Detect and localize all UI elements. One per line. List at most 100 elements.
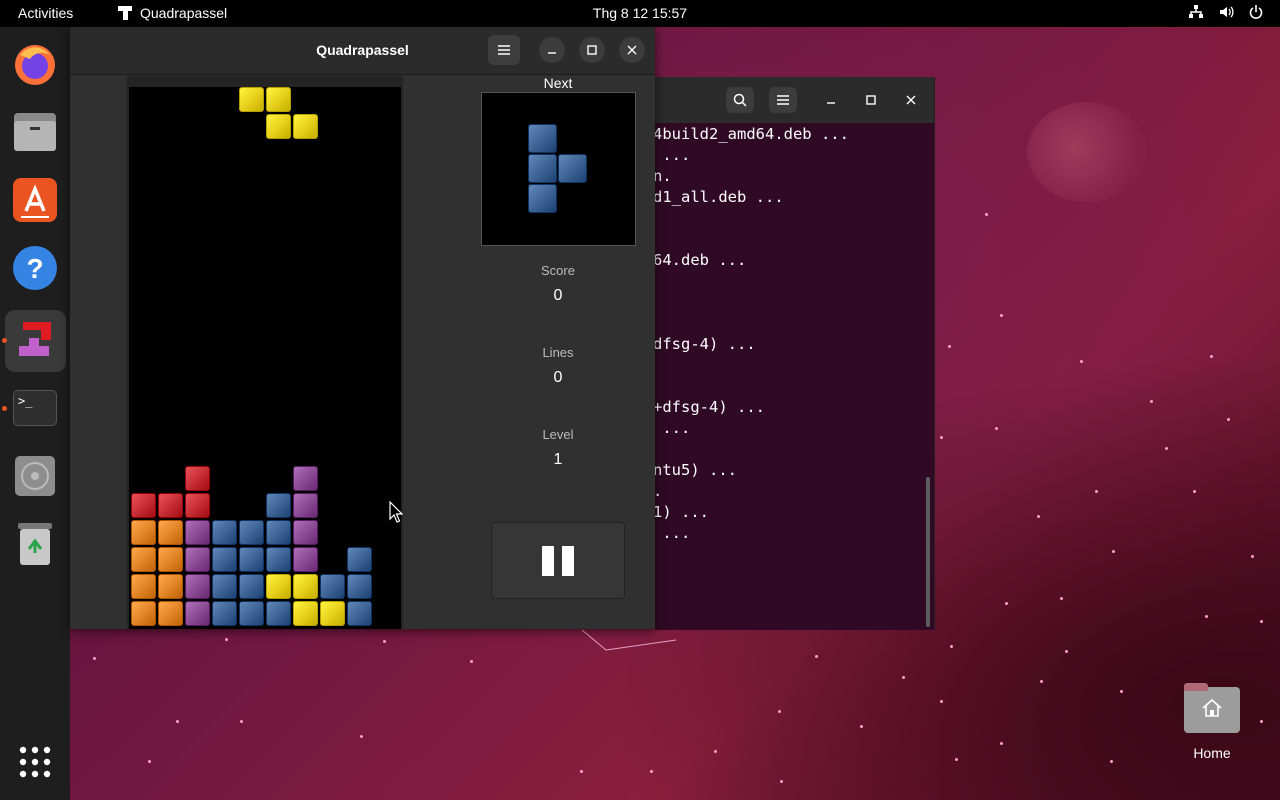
moon-decoration <box>1027 102 1147 202</box>
star <box>225 638 228 641</box>
stack-block <box>293 466 318 491</box>
star <box>1060 597 1063 600</box>
falling-block <box>293 114 318 139</box>
quadrapassel-headerbar: Quadrapassel <box>70 27 655 75</box>
star <box>470 660 473 663</box>
terminal-maximize-button[interactable] <box>857 87 885 113</box>
activities-button[interactable]: Activities <box>18 5 73 21</box>
star <box>1193 490 1196 493</box>
system-tray[interactable] <box>1188 4 1264 20</box>
star <box>1227 418 1230 421</box>
files-icon[interactable] <box>11 108 59 156</box>
trash-icon[interactable] <box>11 520 59 568</box>
stack-block <box>131 601 156 626</box>
pause-icon <box>562 545 574 576</box>
firefox-icon[interactable] <box>11 40 59 88</box>
star <box>1260 720 1263 723</box>
home-label: Home <box>1193 745 1231 761</box>
app-menu-button[interactable]: Quadrapassel <box>118 5 227 21</box>
quadrapassel-icon[interactable] <box>11 316 59 364</box>
terminal-menu-button[interactable] <box>769 87 797 113</box>
stack-block <box>158 493 183 518</box>
terminal-headerbar <box>655 77 934 123</box>
app-center-icon[interactable] <box>11 176 59 224</box>
terminal-icon[interactable]: >_ <box>11 384 59 432</box>
show-apps-icon[interactable] <box>11 738 59 786</box>
minimize-icon <box>827 102 835 104</box>
terminal-line: 64.deb ... <box>655 251 747 269</box>
star <box>1210 355 1213 358</box>
star <box>940 700 943 703</box>
terminal-scrollbar[interactable] <box>926 477 930 627</box>
stack-block <box>158 520 183 545</box>
pause-button[interactable] <box>491 522 625 599</box>
help-icon[interactable]: ? <box>11 244 59 292</box>
terminal-line: ... <box>655 146 691 164</box>
maximize-button[interactable] <box>579 37 605 63</box>
stack-block <box>212 574 237 599</box>
minimize-button[interactable] <box>539 37 565 63</box>
stack-block <box>293 547 318 572</box>
stack-block <box>185 547 210 572</box>
star <box>1260 620 1263 623</box>
stack-block <box>266 493 291 518</box>
star <box>1065 650 1068 653</box>
disc-icon[interactable] <box>11 452 59 500</box>
terminal-line: . <box>655 482 662 500</box>
stack-block <box>212 520 237 545</box>
stack-block <box>158 601 183 626</box>
close-button[interactable] <box>619 37 645 63</box>
game-board[interactable] <box>129 87 401 629</box>
stack-block <box>131 574 156 599</box>
home-desktop-icon[interactable]: Home <box>1181 683 1243 783</box>
star <box>360 735 363 738</box>
svg-text:?: ? <box>26 253 43 284</box>
next-block <box>528 154 557 183</box>
stack-block <box>293 520 318 545</box>
running-indicator <box>2 406 7 411</box>
stack-block <box>239 520 264 545</box>
clock[interactable]: Thg 8 12 15:57 <box>593 5 687 21</box>
hamburger-icon <box>498 45 510 55</box>
mouse-cursor-icon <box>389 501 403 523</box>
game-menu-button[interactable] <box>488 35 520 65</box>
terminal-line: ntu5) ... <box>655 461 737 479</box>
next-block <box>558 154 587 183</box>
stack-block <box>266 601 291 626</box>
star <box>1037 515 1040 518</box>
terminal-line: 1) ... <box>655 503 709 521</box>
power-icon[interactable] <box>1248 4 1264 20</box>
star <box>1040 680 1043 683</box>
terminal-close-button[interactable] <box>897 87 925 113</box>
volume-icon[interactable] <box>1218 4 1234 20</box>
star <box>176 720 179 723</box>
score-value: 0 <box>553 287 563 304</box>
terminal-window[interactable]: 4build2_amd64.deb ... ... n. d1_all.deb ..… <box>655 77 935 630</box>
star <box>940 436 943 439</box>
pause-icon <box>542 545 554 576</box>
stack-block <box>131 520 156 545</box>
quadrapassel-window[interactable]: Quadrapassel Next Score 0 Lines 0 Level … <box>70 27 655 629</box>
terminal-output[interactable]: 4build2_amd64.deb ... ... n. d1_all.deb ..… <box>655 123 930 630</box>
stack-block <box>212 547 237 572</box>
terminal-line: n. <box>655 167 672 185</box>
star <box>955 758 958 761</box>
star <box>815 655 818 658</box>
stack-block <box>347 547 372 572</box>
star <box>902 676 905 679</box>
maximize-icon <box>866 95 876 105</box>
window-title: Quadrapassel <box>316 42 409 58</box>
star <box>580 770 583 773</box>
star <box>780 780 783 783</box>
constellation-line <box>581 629 677 651</box>
minimize-icon <box>548 52 556 54</box>
stack-block <box>158 547 183 572</box>
score-label: Score <box>541 263 575 278</box>
terminal-minimize-button[interactable] <box>817 87 845 113</box>
next-block <box>528 184 557 213</box>
terminal-icon-text: >_ <box>13 390 57 426</box>
search-button[interactable] <box>726 87 754 113</box>
star <box>93 657 96 660</box>
network-icon[interactable] <box>1188 4 1204 20</box>
star <box>860 725 863 728</box>
